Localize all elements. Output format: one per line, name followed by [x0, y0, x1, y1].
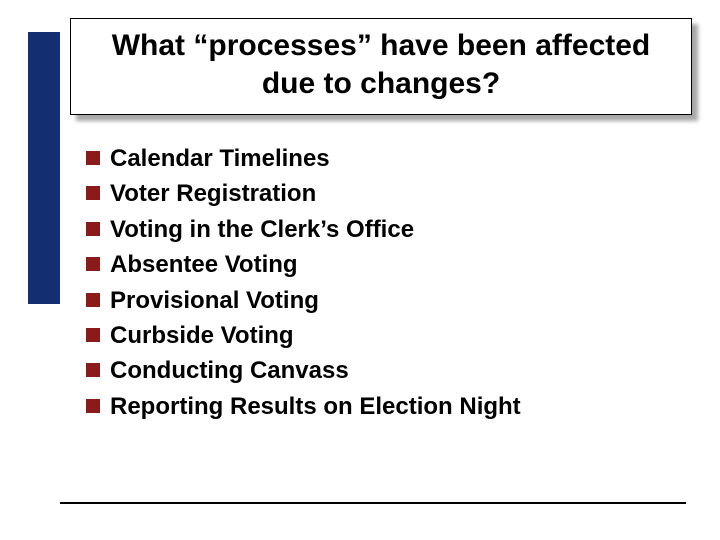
square-bullet-icon — [86, 186, 100, 200]
list-item: Absentee Voting — [86, 249, 676, 281]
list-item-text: Conducting Canvass — [110, 355, 349, 387]
list-item: Calendar Timelines — [86, 143, 676, 175]
list-item-text: Voting in the Clerk’s Office — [110, 214, 414, 246]
list-item-text: Curbside Voting — [110, 320, 294, 352]
list-item: Voter Registration — [86, 178, 676, 210]
bullet-list: Calendar Timelines Voter Registration Vo… — [86, 140, 676, 426]
list-item: Voting in the Clerk’s Office — [86, 214, 676, 246]
list-item: Reporting Results on Election Night — [86, 391, 676, 423]
list-item: Conducting Canvass — [86, 355, 676, 387]
list-item: Curbside Voting — [86, 320, 676, 352]
square-bullet-icon — [86, 222, 100, 236]
list-item: Provisional Voting — [86, 285, 676, 317]
list-item-text: Calendar Timelines — [110, 143, 330, 175]
title-box: What “processes” have been affected due … — [70, 18, 692, 115]
square-bullet-icon — [86, 399, 100, 413]
list-item-text: Reporting Results on Election Night — [110, 391, 521, 423]
footer-divider — [60, 502, 686, 504]
square-bullet-icon — [86, 257, 100, 271]
list-item-text: Voter Registration — [110, 178, 316, 210]
slide-title: What “processes” have been affected due … — [81, 27, 681, 102]
sidebar-accent — [28, 32, 60, 304]
square-bullet-icon — [86, 151, 100, 165]
square-bullet-icon — [86, 293, 100, 307]
square-bullet-icon — [86, 363, 100, 377]
square-bullet-icon — [86, 328, 100, 342]
list-item-text: Absentee Voting — [110, 249, 298, 281]
slide: What “processes” have been affected due … — [0, 0, 720, 540]
list-item-text: Provisional Voting — [110, 285, 319, 317]
